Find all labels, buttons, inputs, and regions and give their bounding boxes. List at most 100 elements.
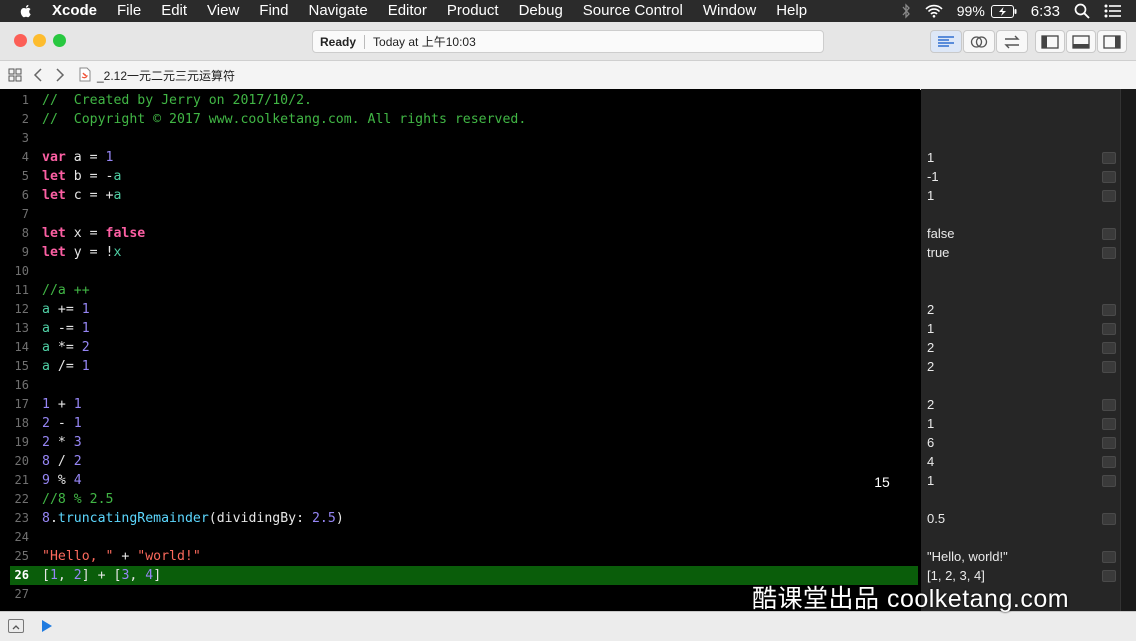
run-playground-icon[interactable] [41,619,53,633]
menu-find[interactable]: Find [259,0,288,22]
line-number: 23 [14,511,29,525]
code-token: 1 [42,397,50,412]
menu-navigate[interactable]: Navigate [308,0,367,22]
close-window-button[interactable] [14,34,27,47]
battery-charging-icon[interactable] [990,4,1017,18]
menu-file[interactable]: File [117,0,141,22]
quick-look-toggle[interactable] [1102,247,1116,259]
code-line[interactable]: 1 // Created by Jerry on 2017/10/2. [0,91,920,110]
code-text: a *= 2 [42,338,90,357]
toggle-utilities-button[interactable] [1097,30,1127,53]
quick-look-toggle[interactable] [1102,228,1116,240]
code-token: *= [49,340,82,355]
quick-look-toggle[interactable] [1102,475,1116,487]
code-line[interactable]: 21 9 % 4 [0,471,920,490]
toggle-debug-area-button[interactable] [1066,30,1096,53]
quick-look-toggle[interactable] [1102,513,1116,525]
code-text: 9 % 4 [42,471,82,490]
code-line[interactable]: 15 a /= 1 [0,357,920,376]
code-line[interactable]: 12 a += 1 [0,300,920,319]
menu-debug[interactable]: Debug [519,0,563,22]
bluetooth-icon[interactable] [901,3,911,19]
result-value: 2 [927,340,935,355]
result-value: 6 [927,435,935,450]
code-token: a = [65,150,106,165]
code-line[interactable]: 16 [0,376,920,395]
zoom-window-button[interactable] [53,34,66,47]
code-token: 2 [73,568,82,583]
menu-view[interactable]: View [207,0,239,22]
menu-app-name[interactable]: Xcode [52,0,97,22]
code-line[interactable]: 19 2 * 3 [0,433,920,452]
code-line[interactable]: 11 //a ++ [0,281,920,300]
code-line[interactable]: 22 //8 % 2.5 [0,490,920,509]
code-line[interactable]: 3 [0,129,920,148]
assistant-editor-button[interactable] [963,30,995,53]
quick-look-toggle[interactable] [1102,551,1116,563]
code-line[interactable]: 10 [0,262,920,281]
quick-look-toggle[interactable] [1102,456,1116,468]
watermark: 酷课堂出品 coolketang.com [752,585,1070,613]
quick-look-toggle[interactable] [1102,323,1116,335]
quick-look-toggle[interactable] [1102,171,1116,183]
code-line[interactable]: 14 a *= 2 [0,338,920,357]
code-line[interactable]: 9 let y = !x [0,243,920,262]
code-line[interactable]: 17 1 + 1 [0,395,920,414]
quick-look-toggle[interactable] [1102,570,1116,582]
current-code-line[interactable]: 26 [1, 2] + [3, 4] [10,566,918,585]
quick-look-toggle[interactable] [1102,361,1116,373]
notification-center-icon[interactable] [1104,4,1122,18]
quick-look-toggle[interactable] [1102,418,1116,430]
line-number: 17 [14,397,29,411]
clock[interactable]: 6:33 [1031,3,1060,20]
code-token: -= [49,321,82,336]
line-number: 26 [14,568,29,582]
code-text: let c = +a [42,186,121,205]
code-line[interactable]: 5 let b = -a [0,167,920,186]
quick-look-toggle[interactable] [1102,304,1116,316]
quick-look-toggle[interactable] [1102,152,1116,164]
breadcrumb-file-name[interactable]: _2.12一元二元三元运算符 [97,67,235,84]
menu-product[interactable]: Product [447,0,499,22]
menu-help[interactable]: Help [776,0,807,22]
toggle-navigator-button[interactable] [1035,30,1065,53]
related-items-grid-icon[interactable] [8,68,22,82]
code-line[interactable]: 7 [0,205,920,224]
forward-chevron-icon[interactable] [55,68,65,82]
quick-look-toggle[interactable] [1102,342,1116,354]
apple-menu-icon[interactable] [18,3,34,19]
code-token: 1 [73,416,82,431]
code-line[interactable]: 20 8 / 2 [0,452,920,471]
code-line[interactable]: 4 var a = 1 [0,148,920,167]
code-line[interactable]: 18 2 - 1 [0,414,920,433]
menu-editor[interactable]: Editor [388,0,427,22]
code-text: 2 - 1 [42,414,82,433]
quick-look-toggle[interactable] [1102,437,1116,449]
code-line[interactable]: 13 a -= 1 [0,319,920,338]
result-value: true [927,245,950,260]
code-token: 2 [73,454,82,469]
back-chevron-icon[interactable] [33,68,43,82]
menu-window[interactable]: Window [703,0,756,22]
code-line[interactable]: 24 [0,528,920,547]
activity-divider [364,34,366,49]
wifi-icon[interactable] [925,4,943,18]
quick-look-toggle[interactable] [1102,190,1116,202]
minimize-window-button[interactable] [33,34,46,47]
menu-source-control[interactable]: Source Control [583,0,683,22]
code-line[interactable]: 25 "Hello, " + "world!" [0,547,920,566]
playground-results-sidebar: 1 -1 1 false true 2 1 2 2 2 1 6 4 1 0.5 "Hello, world!"… [921,89,1120,611]
hide-debug-area-button[interactable] [8,619,24,633]
version-editor-button[interactable] [996,30,1028,53]
code-text: let b = -a [42,167,121,186]
quick-look-toggle[interactable] [1102,399,1116,411]
spotlight-search-icon[interactable] [1074,3,1090,19]
vertical-scrollbar[interactable] [1120,89,1136,611]
code-line[interactable]: 6 let c = +a [0,186,920,205]
code-line[interactable]: 8 let x = false [0,224,920,243]
menu-edit[interactable]: Edit [161,0,187,22]
standard-editor-button[interactable] [930,30,962,53]
code-editor[interactable]: 1 // Created by Jerry on 2017/10/2. 2 // Co… [0,89,920,611]
code-line[interactable]: 2 // Copyright © 2017 www.coolketang.com.… [0,110,920,129]
code-line[interactable]: 23 8.truncatingRemainder(dividingBy: 2.5) [0,509,920,528]
